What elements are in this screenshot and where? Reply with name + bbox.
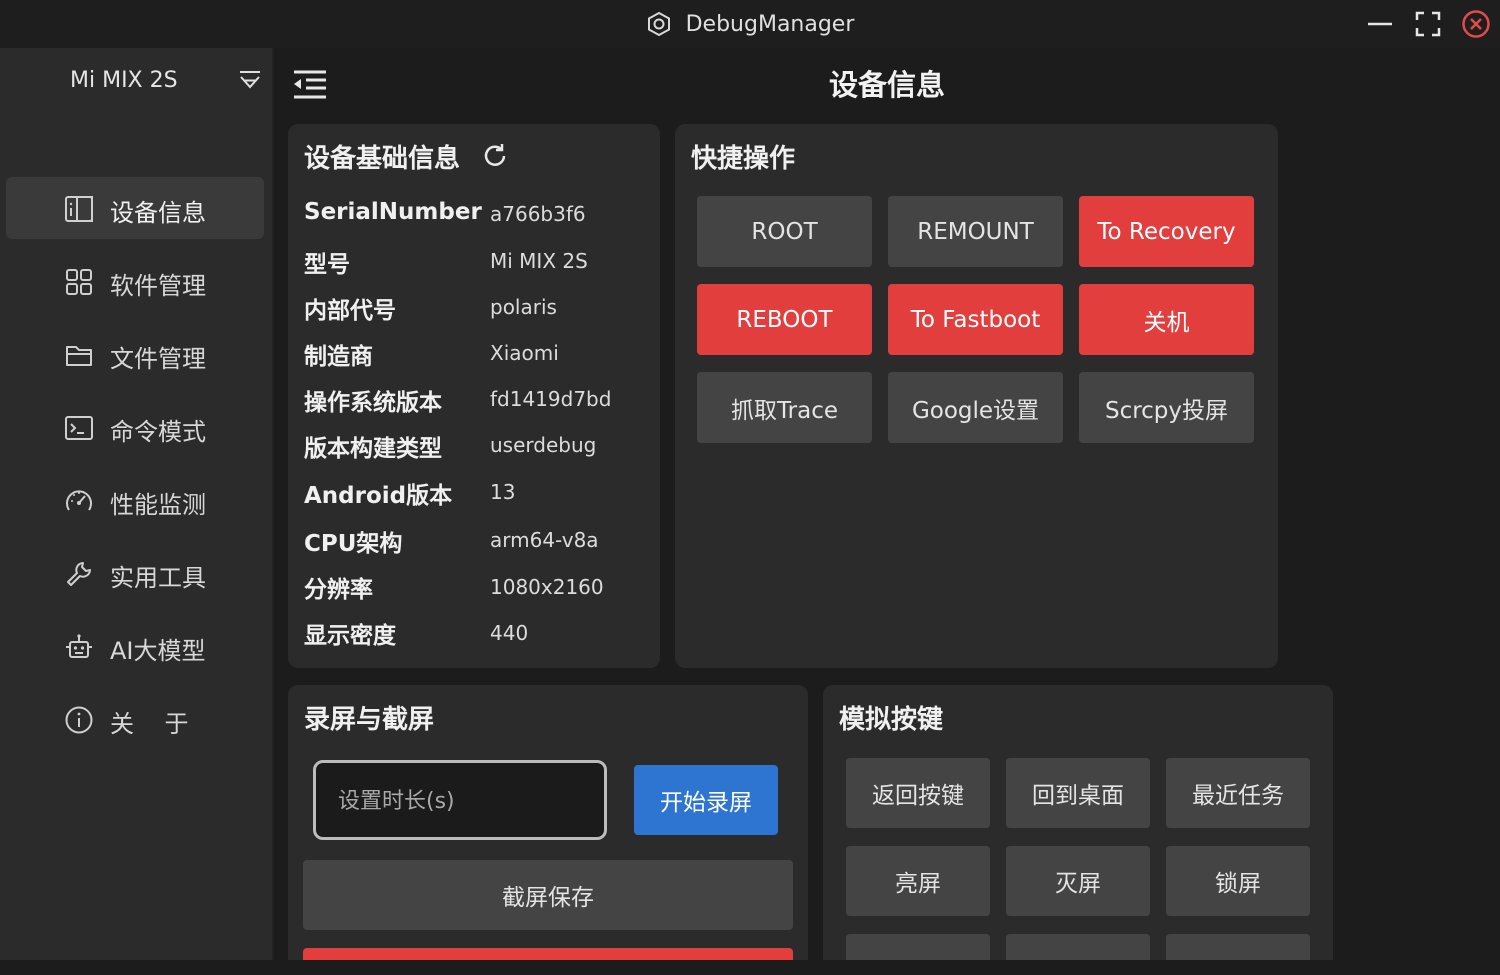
app-title: DebugManager	[0, 0, 1500, 48]
robot-icon	[66, 634, 92, 658]
sidebar-item-files[interactable]: 文件管理	[6, 323, 264, 385]
apps-grid-icon	[66, 269, 92, 295]
record-screenshot-card: 录屏与截屏 开始录屏 截屏保存	[288, 685, 808, 960]
quick-actions-card: 快捷操作 ROOT REMOUNT To Recovery REBOOT To …	[675, 124, 1278, 668]
info-key: 显示密度	[304, 623, 396, 649]
main-content: 设备信息 设备基础信息 SerialNumber a766b3f6 型号 Mi …	[274, 48, 1500, 960]
gauge-icon	[66, 490, 92, 511]
maximize-icon	[1415, 11, 1441, 37]
info-value: fd1419d7bd	[490, 387, 612, 411]
info-key: SerialNumber	[304, 199, 482, 225]
device-info-icon	[65, 196, 93, 222]
info-value: 440	[490, 621, 529, 645]
maximize-button[interactable]	[1412, 8, 1444, 40]
info-icon	[65, 706, 93, 734]
info-key: 制造商	[304, 344, 373, 370]
sidebar-item-label: 实用工具	[110, 564, 206, 592]
google-settings-button[interactable]: Google设置	[888, 372, 1063, 443]
sidebar-item-performance[interactable]: 性能监测	[6, 469, 264, 531]
duration-input-wrapper	[313, 760, 607, 840]
info-value: 13	[490, 480, 516, 504]
info-value: polaris	[490, 295, 557, 319]
info-value: 1080x2160	[490, 575, 604, 599]
to-fastboot-button[interactable]: To Fastboot	[888, 284, 1063, 355]
info-key: 型号	[304, 252, 350, 278]
sidebar-item-about[interactable]: 关 于	[6, 688, 264, 750]
sidebar-item-label: 软件管理	[110, 272, 206, 300]
terminal-icon	[65, 416, 93, 440]
wrench-icon	[67, 562, 91, 586]
app-title-text: DebugManager	[685, 11, 855, 37]
info-value: Xiaomi	[490, 341, 559, 365]
key-button-partial[interactable]	[1006, 934, 1150, 960]
app-logo-icon	[647, 11, 670, 37]
simulated-keys-card: 模拟按键 返回按键 回到桌面 最近任务 亮屏 灭屏 锁屏	[823, 685, 1333, 960]
info-key: 版本构建类型	[304, 436, 442, 462]
keys-title: 模拟按键	[839, 705, 944, 735]
reboot-button[interactable]: REBOOT	[697, 284, 872, 355]
key-button-partial[interactable]	[1166, 934, 1310, 960]
key-button-partial[interactable]	[846, 934, 990, 960]
sidebar-item-device-info[interactable]: 设备信息	[6, 177, 264, 239]
minimize-button[interactable]	[1364, 8, 1396, 40]
duration-input[interactable]	[336, 763, 590, 839]
screen-off-button[interactable]: 灭屏	[1006, 846, 1150, 916]
start-recording-button[interactable]: 开始录屏	[634, 765, 778, 835]
device-info-card: 设备基础信息 SerialNumber a766b3f6 型号 Mi MIX 2…	[288, 124, 660, 668]
minimize-icon	[1368, 22, 1392, 26]
to-recovery-button[interactable]: To Recovery	[1079, 196, 1254, 267]
title-bar: DebugManager	[0, 0, 1500, 48]
scrcpy-mirror-button[interactable]: Scrcpy投屏	[1079, 372, 1254, 443]
folder-icon	[66, 346, 92, 366]
info-value: Mi MIX 2S	[490, 249, 588, 273]
info-key: 分辨率	[304, 577, 373, 603]
sidebar-item-command[interactable]: 命令模式	[6, 396, 264, 458]
remount-button[interactable]: REMOUNT	[888, 196, 1063, 267]
info-value: userdebug	[490, 433, 597, 457]
capture-trace-button[interactable]: 抓取Trace	[697, 372, 872, 443]
recent-tasks-button[interactable]: 最近任务	[1166, 758, 1310, 828]
dropdown-icon	[240, 71, 260, 89]
back-key-button[interactable]: 返回按键	[846, 758, 990, 828]
quick-actions-title: 快捷操作	[691, 144, 796, 174]
close-icon	[1462, 10, 1490, 38]
info-value: a766b3f6	[490, 202, 586, 226]
home-key-button[interactable]: 回到桌面	[1006, 758, 1150, 828]
info-key: 内部代号	[304, 298, 396, 324]
sidebar-item-tools[interactable]: 实用工具	[6, 542, 264, 604]
device-selector-label[interactable]: Mi MIX 2S	[70, 68, 178, 93]
device-info-title: 设备基础信息	[304, 144, 461, 174]
sidebar: Mi MIX 2S 设备信息 软件管理 文件管理 命令模式 性能监测 实用工具 …	[0, 48, 274, 975]
sidebar-item-ai[interactable]: AI大模型	[6, 615, 264, 677]
screenshot-save-button[interactable]: 截屏保存	[303, 860, 793, 930]
device-dropdown-button[interactable]	[238, 68, 262, 92]
stop-recording-button[interactable]	[303, 948, 793, 960]
shutdown-button[interactable]: 关机	[1079, 284, 1254, 355]
sidebar-item-label: 性能监测	[110, 491, 206, 519]
refresh-icon[interactable]	[481, 142, 509, 170]
close-button[interactable]	[1460, 8, 1492, 40]
root-button[interactable]: ROOT	[697, 196, 872, 267]
page-title: 设备信息	[828, 68, 945, 102]
info-key: CPU架构	[304, 531, 403, 557]
sidebar-item-label: AI大模型	[110, 637, 206, 665]
sidebar-item-label: 命令模式	[110, 418, 206, 446]
sidebar-item-label: 文件管理	[110, 345, 206, 373]
screen-on-button[interactable]: 亮屏	[846, 846, 990, 916]
info-key: Android版本	[304, 483, 453, 509]
info-key: 操作系统版本	[304, 390, 442, 416]
sidebar-item-software[interactable]: 软件管理	[6, 250, 264, 312]
lock-screen-button[interactable]: 锁屏	[1166, 846, 1310, 916]
sidebar-item-label: 关 于	[110, 710, 189, 738]
sidebar-item-label: 设备信息	[110, 199, 206, 227]
info-value: arm64-v8a	[490, 528, 599, 552]
record-title: 录屏与截屏	[304, 705, 435, 735]
window-bottom-edge	[0, 960, 1500, 975]
